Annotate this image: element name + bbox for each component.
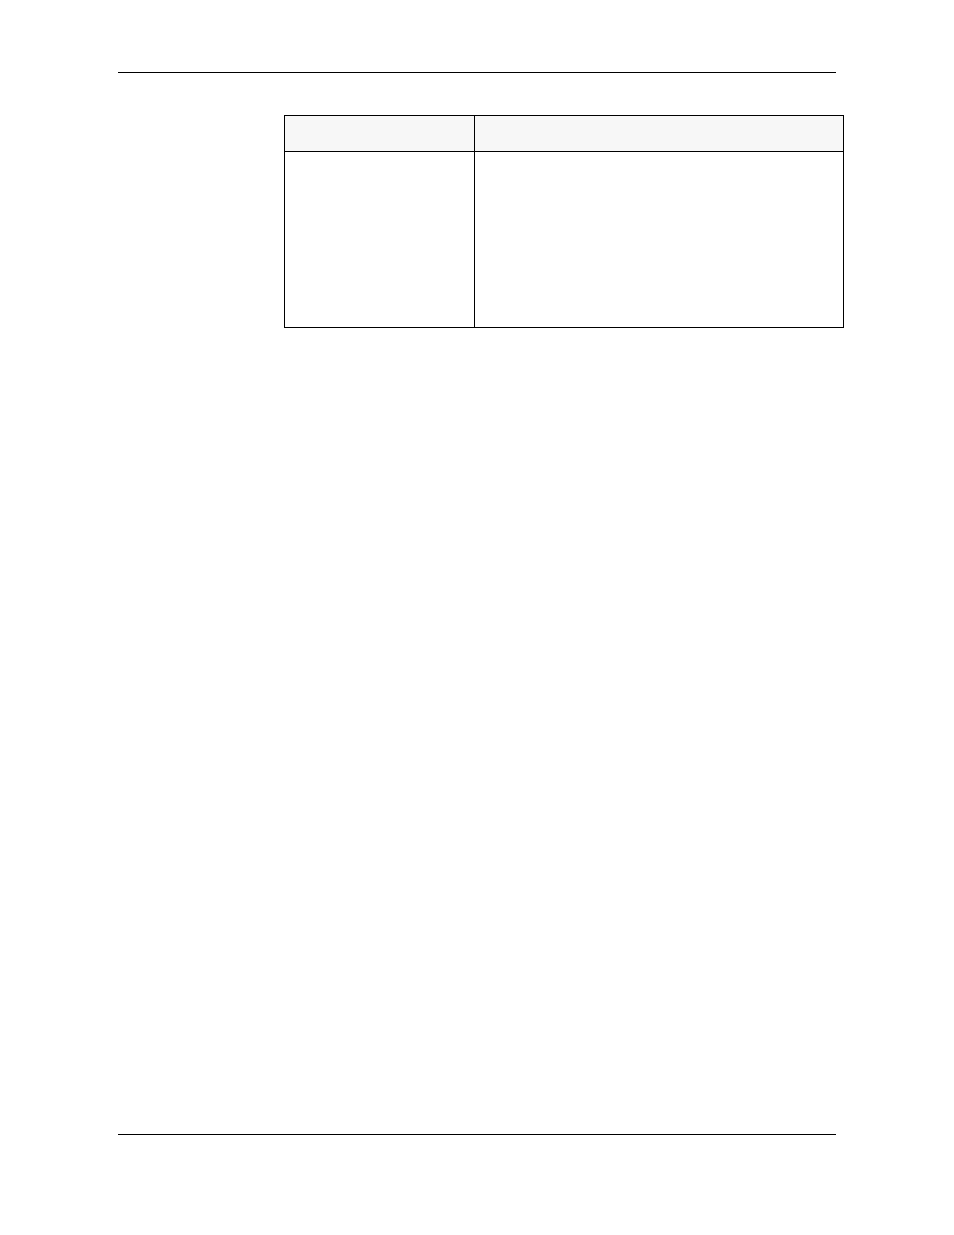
table-header-cell: [285, 116, 475, 152]
table-cell: [285, 152, 475, 328]
content-table: [284, 115, 844, 328]
footer-rule: [118, 1134, 836, 1135]
table-row: [285, 152, 844, 328]
table-container: [284, 115, 844, 328]
header-rule: [118, 72, 836, 73]
table-header-row: [285, 116, 844, 152]
table-cell: [474, 152, 843, 328]
table-header-cell: [474, 116, 843, 152]
